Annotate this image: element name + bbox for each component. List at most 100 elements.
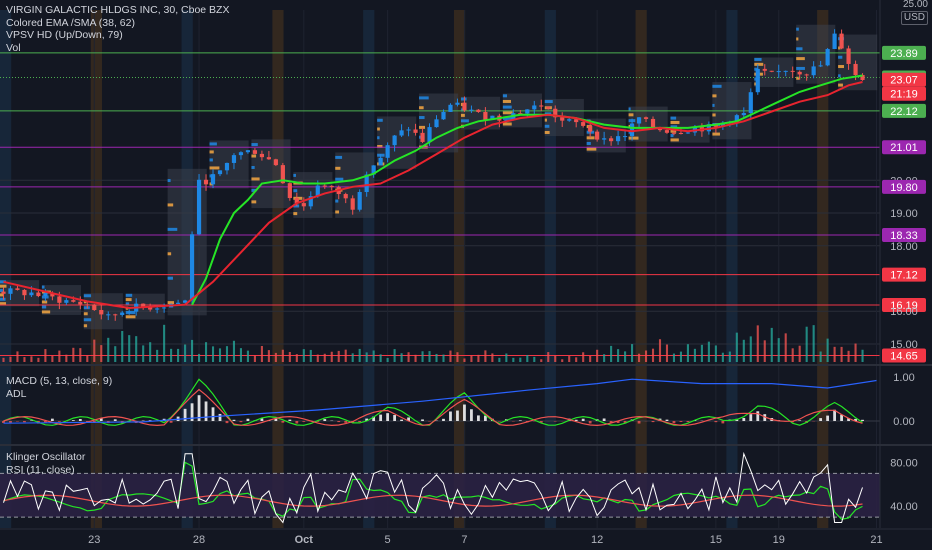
ema-legend[interactable]: Colored EMA /SMA (38, 62) <box>6 17 229 30</box>
macd-legend: MACD (5, 13, close, 9) ADL <box>6 375 112 400</box>
macd-histogram <box>714 421 718 423</box>
candle-body <box>839 33 844 49</box>
session-band <box>90 10 102 528</box>
macd-histogram <box>826 415 830 421</box>
macd-tick-label: 0.00 <box>893 416 914 428</box>
volume-bar <box>638 353 641 362</box>
profile-row <box>712 103 715 107</box>
candle-body <box>588 125 593 132</box>
macd-histogram <box>344 421 348 423</box>
candle-body <box>85 304 90 306</box>
candle-body <box>99 310 104 315</box>
volume-bar <box>679 351 682 362</box>
candle-body <box>546 106 551 109</box>
volume-bar <box>337 350 340 362</box>
profile-row <box>209 150 214 154</box>
candle-body <box>602 138 607 140</box>
volume-bar <box>246 350 249 362</box>
volume-bar <box>372 350 375 362</box>
candle-body <box>322 185 327 187</box>
time-tick-label: 21 <box>870 534 882 546</box>
candle-body <box>413 129 418 133</box>
volume-bar <box>281 349 284 362</box>
profile-row <box>796 57 805 61</box>
session-band <box>363 10 375 528</box>
chart-canvas: 23.8923.1423.0722.1221.0120.0019.8019.00… <box>0 0 932 550</box>
macd-histogram <box>756 411 760 421</box>
volume-bar <box>114 346 117 362</box>
profile-row <box>670 138 679 142</box>
volume-bar <box>204 342 208 362</box>
profile-row <box>209 142 217 146</box>
macd-histogram <box>463 404 466 421</box>
volume-bar <box>589 355 592 362</box>
session-band <box>817 10 829 528</box>
volume-bar <box>428 351 431 362</box>
volume-bar <box>617 349 620 362</box>
profile-row <box>628 113 634 117</box>
profile-row <box>712 113 716 117</box>
volume-bar <box>721 352 724 362</box>
volume-bar <box>463 358 466 362</box>
currency-badge[interactable]: USD <box>900 11 928 25</box>
volume-bar <box>107 337 110 362</box>
macd-histogram <box>861 419 864 421</box>
volume-bar <box>749 336 752 362</box>
profile-row <box>754 62 764 66</box>
volume-bar <box>156 349 159 362</box>
profile-row <box>41 310 51 314</box>
profile-row <box>586 141 591 145</box>
price-label: 14.65 <box>890 350 918 362</box>
profile-row <box>83 294 92 298</box>
volume-bar <box>30 356 33 362</box>
rsi-title[interactable]: RSI (11, close) <box>6 464 85 477</box>
volume-bar <box>784 333 787 362</box>
volume-bar <box>191 339 194 362</box>
volume-bar <box>561 359 564 362</box>
volume-bar <box>128 335 131 362</box>
volume-bar <box>805 326 808 362</box>
macd-histogram <box>470 409 473 421</box>
volume-bar <box>421 351 424 362</box>
adl-title[interactable]: ADL <box>6 388 112 401</box>
candle-body <box>287 183 292 199</box>
macd-histogram <box>651 421 655 423</box>
rsi-legend: Klinger Oscillator RSI (11, close) <box>6 451 85 476</box>
candle-body <box>15 288 20 290</box>
macd-histogram <box>672 421 676 424</box>
macd-histogram <box>449 411 452 421</box>
volume-bar <box>686 344 689 362</box>
candle-body <box>266 157 271 160</box>
macd-histogram <box>71 420 75 421</box>
macd-histogram <box>50 418 54 421</box>
vol-legend[interactable]: Vol <box>6 42 229 55</box>
volume-bar <box>393 349 396 362</box>
candle-body <box>664 130 670 133</box>
profile-row <box>796 27 799 31</box>
candle-body <box>127 311 132 313</box>
candle-body <box>427 127 432 142</box>
macd-histogram <box>225 421 229 424</box>
currency-label[interactable]: 25.00 USD <box>892 0 928 25</box>
volume-bar <box>16 351 19 362</box>
profile-row <box>251 200 257 204</box>
profile-row <box>838 74 841 78</box>
volume-bar <box>177 348 180 362</box>
volume-bar <box>631 344 634 362</box>
macd-title[interactable]: MACD (5, 13, close, 9) <box>6 375 112 388</box>
candle-body <box>224 162 230 171</box>
candle-body <box>329 185 334 188</box>
candle-body <box>203 179 209 185</box>
volume-bar <box>86 355 89 362</box>
macd-histogram <box>749 414 753 421</box>
volume-bar <box>198 353 201 362</box>
macd-histogram <box>581 418 585 421</box>
vpsv-legend[interactable]: VPSV HD (Up/Down, 79) <box>6 29 229 42</box>
symbol-title[interactable]: VIRGIN GALACTIC HLDGS INC, 30, Cboe BZX <box>6 4 229 17</box>
candle-body <box>525 109 530 114</box>
klinger-title[interactable]: Klinger Oscillator <box>6 451 85 464</box>
candle-body <box>762 68 767 71</box>
profile-row <box>0 284 7 288</box>
volume-bar <box>142 345 145 362</box>
macd-histogram <box>239 421 243 423</box>
